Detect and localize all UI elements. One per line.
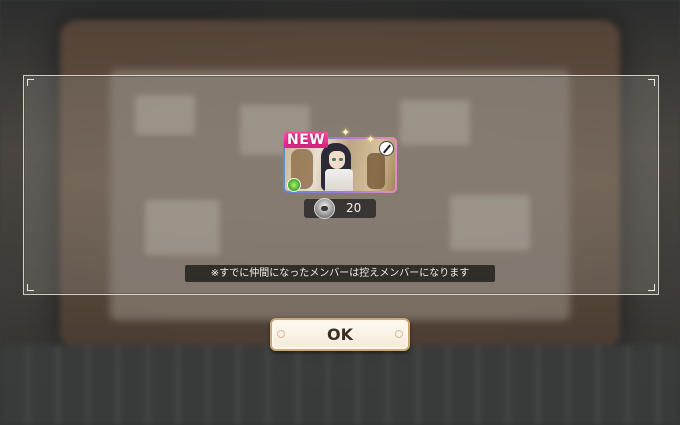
panel-corner <box>648 79 655 86</box>
reward-count: 20 <box>346 201 362 215</box>
card-side-figure <box>367 153 385 189</box>
character-outfit <box>325 169 353 191</box>
sparkle-icon: ✦ <box>366 133 376 146</box>
character-eye <box>339 158 343 161</box>
reserve-member-notice: ※すでに仲間になったメンバーは控えメンバーになります <box>185 265 495 282</box>
panel-corner <box>27 284 34 291</box>
character-eye <box>332 158 336 161</box>
element-icon <box>287 178 301 192</box>
memory-piece-icon <box>314 198 335 219</box>
ok-button-label: OK <box>327 325 353 344</box>
sparkle-icon: ✦ <box>341 126 351 139</box>
reward-count-pill: 20 <box>304 198 376 219</box>
background-floor <box>0 345 680 425</box>
sword-icon <box>379 141 394 156</box>
ok-button[interactable]: OK <box>270 318 410 351</box>
new-badge: NEW <box>284 132 329 148</box>
button-ornament <box>395 330 403 338</box>
panel-corner <box>27 79 34 86</box>
panel-corner <box>648 284 655 291</box>
button-ornament <box>277 330 285 338</box>
